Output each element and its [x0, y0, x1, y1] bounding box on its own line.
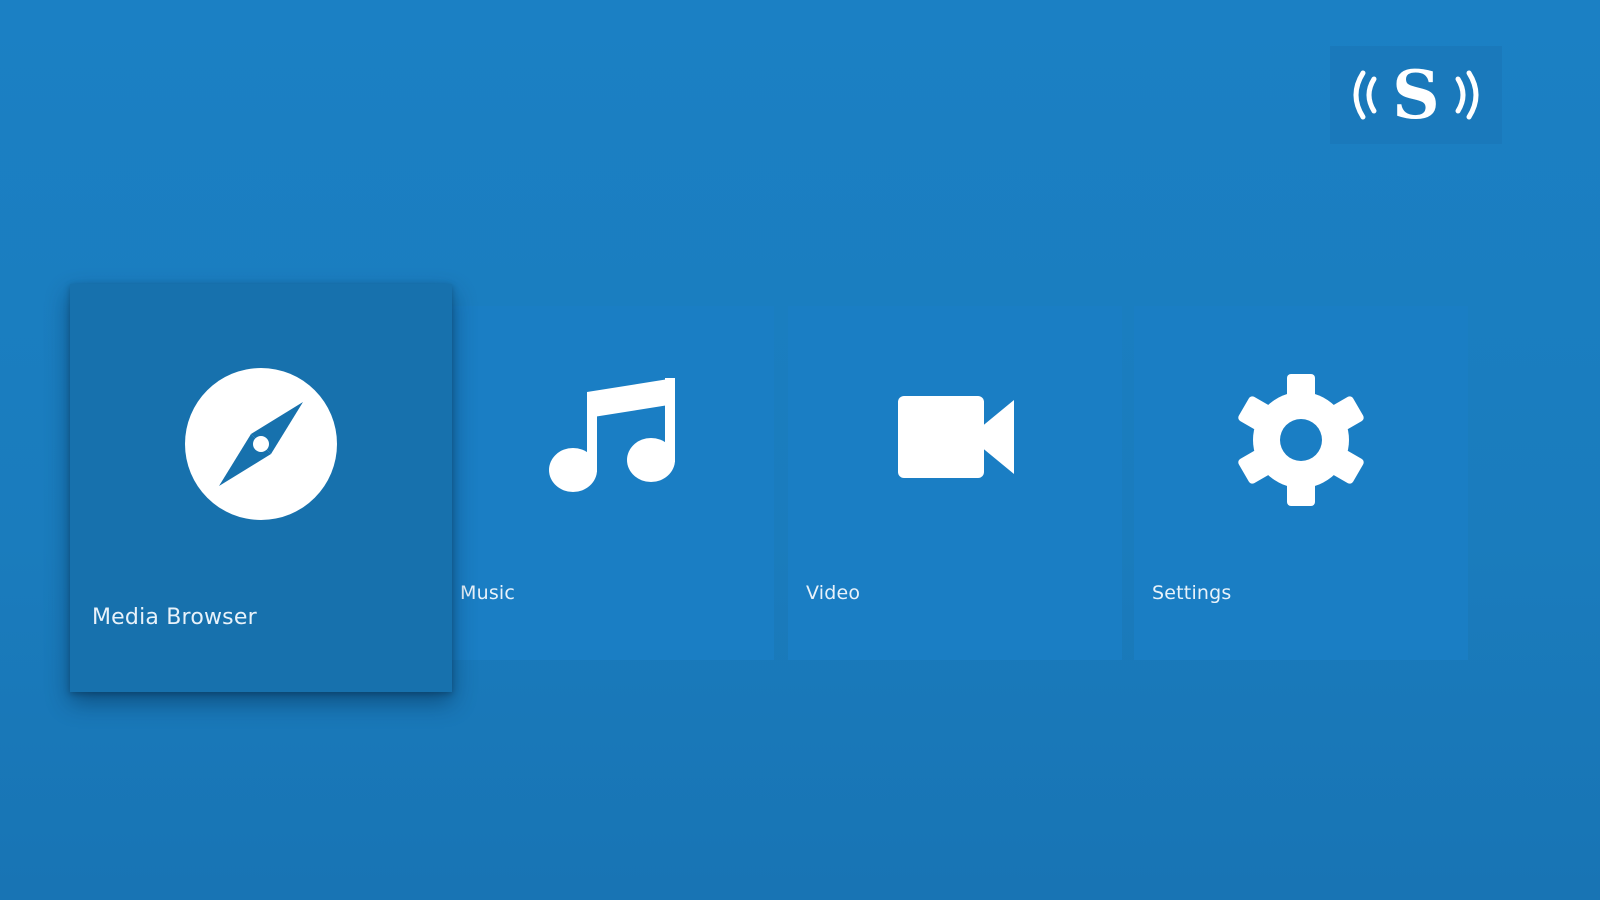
video-camera-icon [788, 370, 1122, 500]
tile-media-browser[interactable]: Media Browser [70, 284, 452, 692]
music-note-icon [452, 370, 774, 500]
tile-label-video: Video [806, 582, 861, 604]
tile-settings[interactable]: Settings [1134, 306, 1468, 660]
gear-icon [1134, 370, 1468, 510]
home-tiles-row: Media Browser Music Video Settings [0, 0, 1600, 900]
tile-video[interactable]: Video [788, 306, 1122, 660]
tile-music[interactable]: Music [452, 306, 774, 660]
tile-label-media-browser: Media Browser [92, 605, 257, 630]
tile-label-music: Music [460, 582, 516, 604]
tile-label-settings: Settings [1152, 582, 1232, 604]
compass-icon [70, 366, 452, 522]
